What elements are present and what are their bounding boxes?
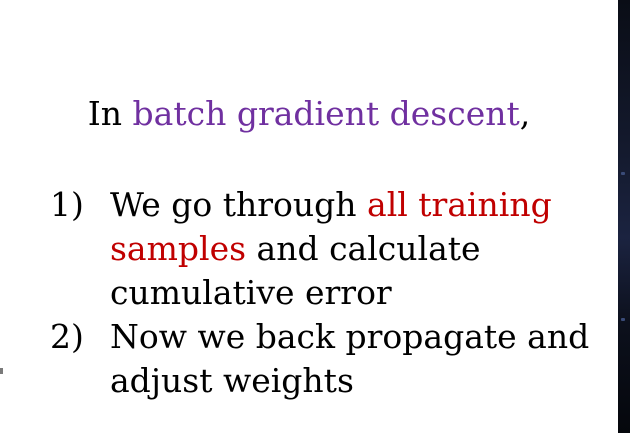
- background-speck: [621, 172, 625, 175]
- list-item-1: 1) We go through all training samples an…: [50, 183, 610, 315]
- list-item-2: 2) Now we back propagate and adjust weig…: [50, 315, 610, 403]
- list-item-number: 2): [50, 317, 84, 356]
- line-text: and calculate: [246, 229, 481, 268]
- heading-prefix: In: [87, 94, 133, 133]
- background-speck: [621, 318, 625, 321]
- line-text: adjust weights: [110, 361, 354, 400]
- list-item-line: Now we back propagate and: [110, 315, 610, 359]
- numbered-list: 1) We go through all training samples an…: [50, 183, 610, 403]
- list-item-line: We go through all training: [110, 183, 610, 227]
- list-item-line: adjust weights: [110, 359, 610, 403]
- slide: In batch gradient descent, 1) We go thro…: [0, 0, 618, 433]
- line-highlight: all training: [367, 185, 552, 224]
- line-text: We go through: [110, 185, 368, 224]
- list-item-line: cumulative error: [110, 271, 610, 315]
- heading-suffix: ,: [519, 94, 531, 133]
- list-item-line: samples and calculate: [110, 227, 610, 271]
- line-text: cumulative error: [110, 273, 392, 312]
- heading-highlight: batch gradient descent: [132, 94, 520, 133]
- line-text: Now we back propagate and: [110, 317, 590, 356]
- edge-mark: [0, 368, 3, 374]
- list-item-number: 1): [50, 185, 84, 224]
- slide-heading: In batch gradient descent,: [0, 94, 618, 134]
- background-edge-strip: [618, 0, 630, 433]
- line-highlight: samples: [110, 229, 247, 268]
